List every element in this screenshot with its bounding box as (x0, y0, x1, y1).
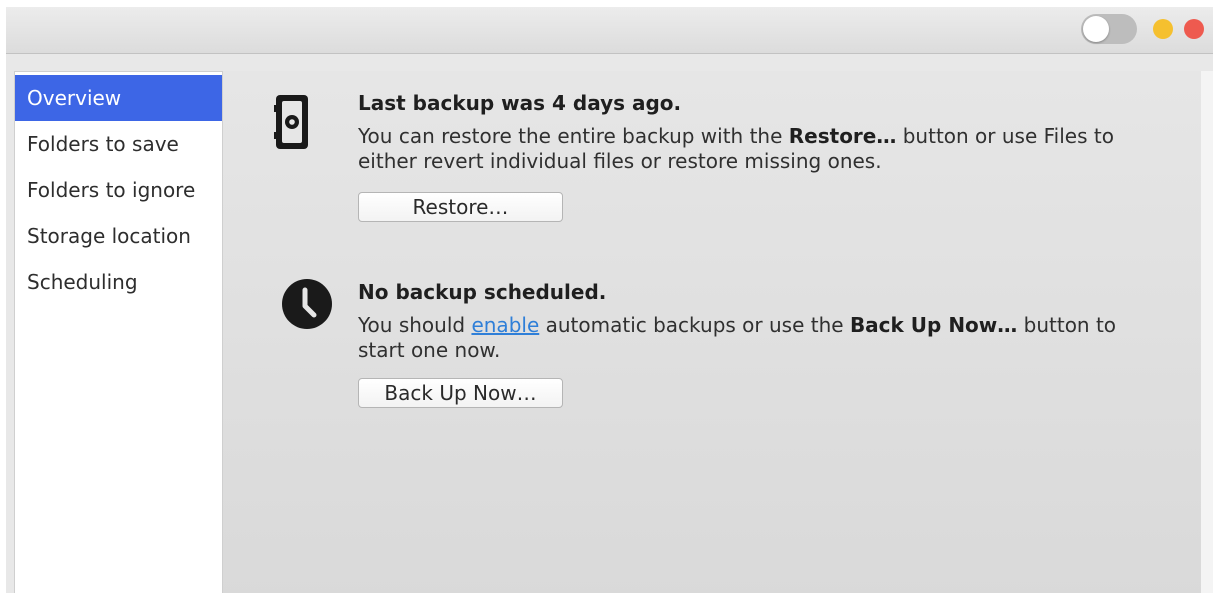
clock-icon (281, 278, 333, 334)
overview-panel: Last backup was 4 days ago. You can rest… (223, 71, 1201, 593)
minimize-button[interactable] (1153, 19, 1173, 39)
toggle-knob (1083, 16, 1109, 42)
restore-emphasis: Restore… (788, 124, 897, 148)
title-bar (6, 7, 1213, 54)
toggle-switch[interactable] (1081, 14, 1137, 44)
back-up-now-button[interactable]: Back Up Now… (358, 378, 563, 408)
window-edge (1201, 71, 1213, 593)
back-up-now-emphasis: Back Up Now… (849, 313, 1018, 337)
safe-icon (274, 91, 310, 157)
sidebar-item-overview[interactable]: Overview (15, 75, 222, 121)
close-button[interactable] (1184, 19, 1204, 39)
backup-text-part: You can restore the entire backup with t… (358, 124, 789, 148)
sidebar-item-folders-to-ignore[interactable]: Folders to ignore (15, 167, 222, 213)
sidebar: Overview Folders to save Folders to igno… (14, 71, 223, 593)
enable-link[interactable]: enable (471, 313, 539, 337)
restore-button[interactable]: Restore… (358, 192, 563, 222)
schedule-status-description: You should enable automatic backups or u… (358, 313, 1118, 363)
schedule-text-part: You should (358, 313, 472, 337)
backups-window: Overview Folders to save Folders to igno… (6, 7, 1213, 593)
sidebar-item-scheduling[interactable]: Scheduling (15, 259, 222, 305)
backup-status-heading: Last backup was 4 days ago. (358, 91, 682, 115)
schedule-text-part: automatic backups or use the (539, 313, 850, 337)
backup-status-description: You can restore the entire backup with t… (358, 124, 1158, 174)
schedule-status-heading: No backup scheduled. (358, 280, 607, 304)
sidebar-item-folders-to-save[interactable]: Folders to save (15, 121, 222, 167)
sidebar-item-storage-location[interactable]: Storage location (15, 213, 222, 259)
